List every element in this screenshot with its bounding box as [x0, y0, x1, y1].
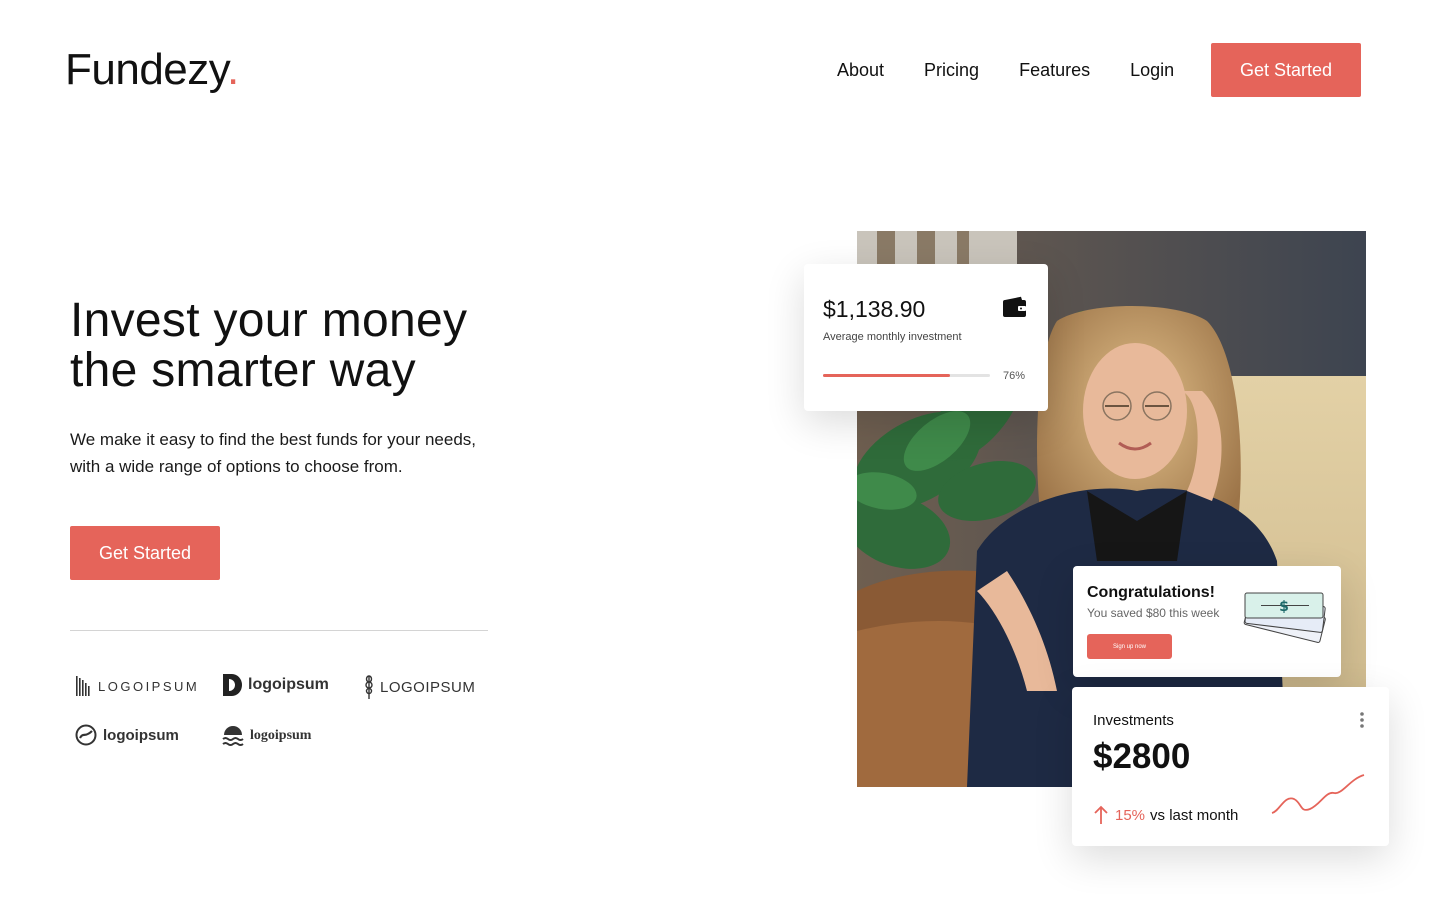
- congratulations-title: Congratulations!: [1087, 584, 1215, 601]
- waves-icon: [222, 726, 244, 746]
- hero-subtitle-line1: We make it easy to find the best funds f…: [70, 430, 477, 449]
- partner-logo-1: LOGOIPSUM: [76, 674, 199, 698]
- partner-logo-3: LOGOIPSUM: [364, 674, 475, 700]
- hero-title-line1: Invest your money: [70, 294, 468, 347]
- partner-logo-5: logoipsum: [222, 725, 311, 747]
- hero-title-line2: the smarter way: [70, 344, 416, 397]
- nav-about[interactable]: About: [837, 60, 884, 81]
- nav-pricing[interactable]: Pricing: [924, 60, 979, 81]
- money-bills-icon: $: [1243, 592, 1326, 643]
- main-nav: About Pricing Features Login Get Started: [820, 43, 1361, 97]
- divider: [70, 630, 488, 631]
- more-options-icon[interactable]: [1358, 711, 1366, 729]
- hero-subtitle-line2: with a wide range of options to choose f…: [70, 457, 403, 476]
- monthly-investment-progress-label: 76%: [1003, 370, 1026, 382]
- investments-change-percent: 15%: [1115, 806, 1146, 824]
- congratulations-subtitle: You saved $80 this week: [1087, 606, 1220, 620]
- partner-logo-3-text: LOGOIPSUM: [380, 678, 476, 696]
- wheat-icon: [365, 675, 373, 699]
- investments-change: 15% vs last month: [1093, 805, 1238, 825]
- monthly-investment-card: $1,138.90 Average monthly investment 76%: [804, 264, 1048, 411]
- monthly-investment-progress-bar: [823, 374, 990, 377]
- investments-amount: $2800: [1093, 737, 1191, 776]
- half-circle-icon: [223, 674, 242, 696]
- svg-text:$: $: [1279, 599, 1289, 615]
- investments-card: Investments $2800 15% vs last month: [1072, 687, 1389, 846]
- nav-features[interactable]: Features: [1019, 60, 1090, 81]
- arrow-up-icon: [1094, 805, 1108, 824]
- monthly-investment-amount: $1,138.90: [823, 296, 926, 322]
- logo-text: Fundezy: [65, 45, 228, 94]
- partner-logo-2: logoipsum: [222, 673, 329, 697]
- partner-logo-1-text: LOGOIPSUM: [98, 678, 200, 694]
- partner-logo-4-text: logoipsum: [103, 726, 179, 744]
- logo[interactable]: Fundezy.: [65, 44, 239, 96]
- hero-subtitle: We make it easy to find the best funds f…: [70, 426, 510, 480]
- logo-dot: .: [227, 45, 239, 94]
- monthly-investment-progress-fill: [823, 374, 950, 377]
- investments-sparkline: [1271, 774, 1365, 814]
- wallet-icon: [1003, 296, 1026, 317]
- nav-login[interactable]: Login: [1130, 60, 1174, 81]
- monthly-investment-label: Average monthly investment: [823, 331, 962, 343]
- investments-change-text: vs last month: [1150, 806, 1239, 824]
- partner-logo-5-text: logoipsum: [250, 728, 312, 743]
- partner-logo-2-text: logoipsum: [248, 676, 329, 693]
- hero-get-started-button[interactable]: Get Started: [70, 526, 220, 580]
- congratulations-card: Congratulations! You saved $80 this week…: [1073, 566, 1341, 677]
- hero-title: Invest your money the smarter way: [70, 296, 530, 396]
- header-get-started-button[interactable]: Get Started: [1211, 43, 1361, 97]
- circle-slash-icon: [75, 724, 97, 746]
- sign-up-now-button[interactable]: Sign up now: [1087, 634, 1172, 659]
- partner-logo-4: logoipsum: [75, 724, 179, 746]
- investments-title: Investments: [1093, 712, 1174, 729]
- barcode-icon: [76, 676, 90, 696]
